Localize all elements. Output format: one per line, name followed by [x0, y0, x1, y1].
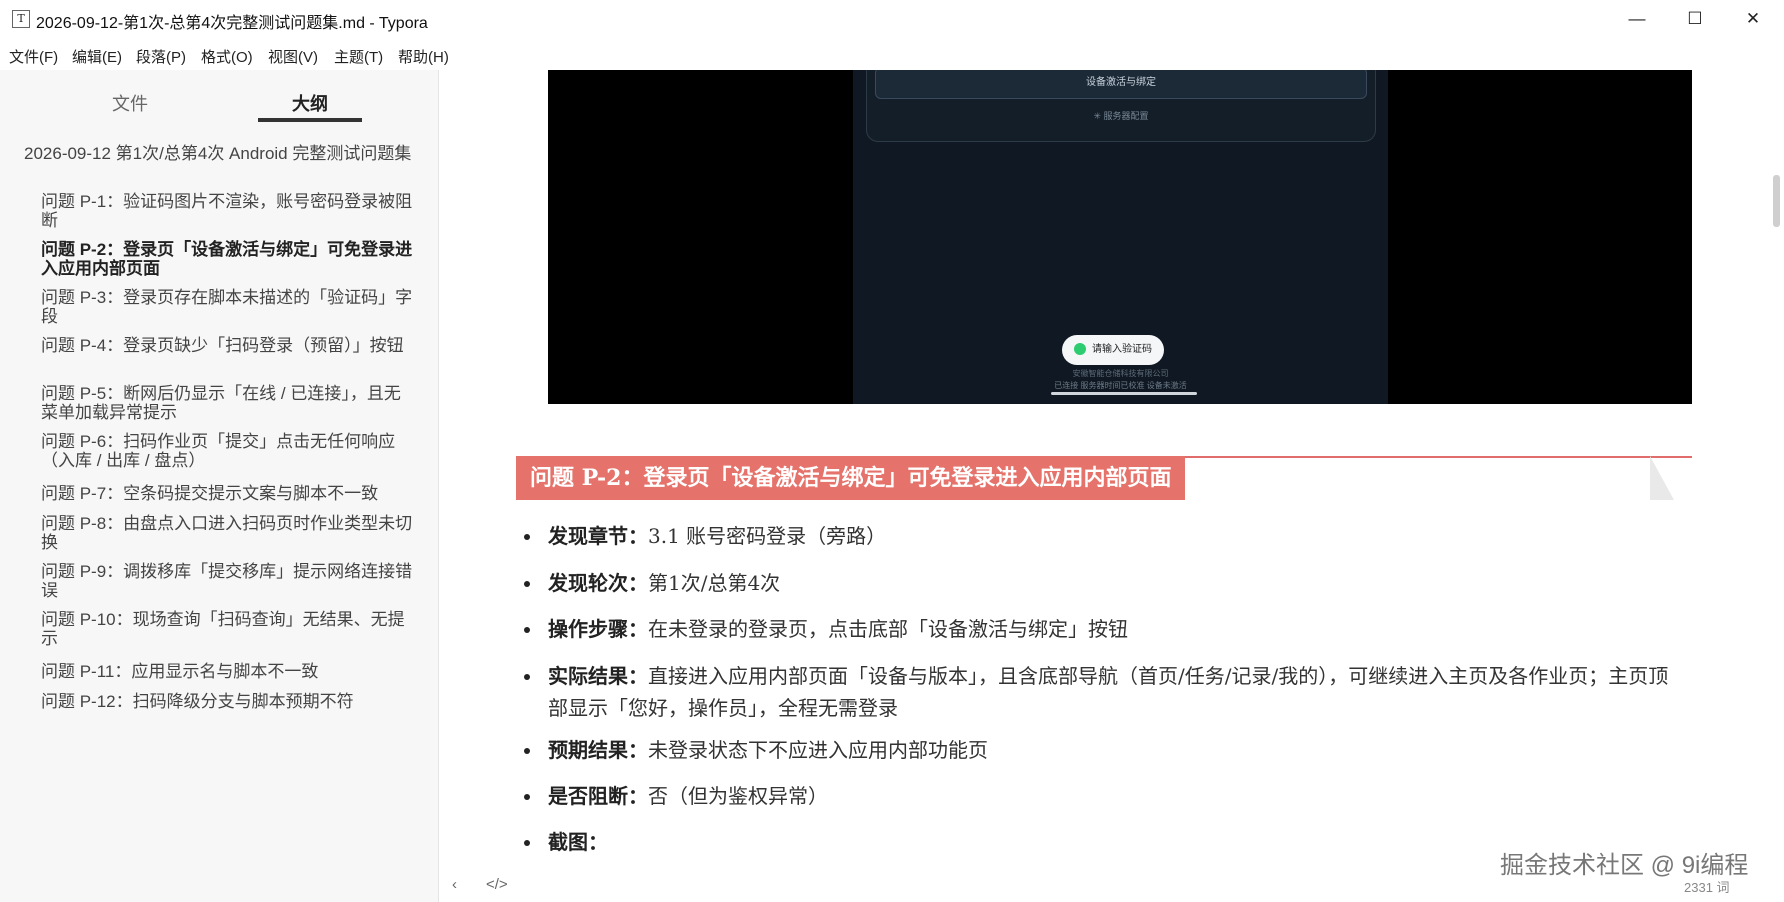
- bullet-icon: [524, 840, 530, 846]
- editor-area[interactable]: 设备激活与绑定 ✳ 服务器配置 请输入验证码 安徽智能仓储科技有限公司 已连接 …: [440, 70, 1765, 902]
- heading-decoration: [1650, 456, 1674, 500]
- list-item[interactable]: 发现章节：3.1 账号密码登录（旁路）: [524, 520, 1676, 552]
- tab-files[interactable]: 文件: [112, 90, 148, 116]
- bullet-icon: [524, 534, 530, 540]
- source-code-icon[interactable]: </>: [486, 876, 508, 893]
- window-title: 2026-09-12-第1次-总第4次完整测试问题集.md - Typora: [36, 15, 428, 32]
- bullet-icon: [524, 581, 530, 587]
- embedded-screenshot-image[interactable]: 设备激活与绑定 ✳ 服务器配置 请输入验证码 安徽智能仓储科技有限公司 已连接 …: [548, 70, 1692, 404]
- active-tab-indicator: [258, 118, 362, 122]
- typora-app-icon: T: [12, 10, 30, 28]
- item-value: 第1次/总第4次: [648, 571, 781, 595]
- item-value: 在未登录的登录页，点击底部「设备激活与绑定」按钮: [648, 617, 1128, 641]
- maximize-button[interactable]: ☐: [1672, 4, 1718, 34]
- list-item[interactable]: 发现轮次：第1次/总第4次: [524, 567, 1676, 599]
- minimize-button[interactable]: —: [1614, 4, 1660, 34]
- item-label: 实际结果：: [548, 664, 648, 688]
- home-indicator: [1051, 392, 1197, 395]
- outline-item[interactable]: 问题 P-5：断网后仍显示「在线 / 已连接」，且无菜单加载异常提示: [41, 384, 413, 422]
- word-count[interactable]: 2331 词: [1684, 877, 1730, 896]
- outline-item[interactable]: 问题 P-3：登录页存在脚本未描述的「验证码」字段: [41, 288, 413, 326]
- bullet-icon: [524, 794, 530, 800]
- menu-view[interactable]: 视图(V): [268, 46, 318, 67]
- sidebar: 文件 大纲 2026-09-12 第1次/总第4次 Android 完整测试问题…: [0, 70, 439, 902]
- outline-item[interactable]: 问题 P-7：空条码提交提示文案与脚本不一致: [41, 484, 413, 503]
- outline-item[interactable]: 问题 P-12：扫码降级分支与脚本预期不符: [41, 692, 413, 711]
- menu-paragraph[interactable]: 段落(P): [136, 46, 186, 67]
- list-item[interactable]: 操作步骤：在未登录的登录页，点击底部「设备激活与绑定」按钮: [524, 613, 1676, 645]
- activate-bind-button: 设备激活与绑定: [875, 70, 1367, 99]
- bullet-icon: [524, 748, 530, 754]
- item-value: 直接进入应用内部页面「设备与版本」，且含底部导航（首页/任务/记录/我的），可继…: [548, 664, 1669, 720]
- outline-item[interactable]: 2026-09-12 第1次/总第4次 Android 完整测试问题集: [24, 144, 414, 163]
- phone-screen: 设备激活与绑定 ✳ 服务器配置 请输入验证码 安徽智能仓储科技有限公司 已连接 …: [853, 70, 1388, 404]
- menu-theme[interactable]: 主题(T): [334, 46, 383, 67]
- section-heading[interactable]: 问题 P-2：登录页「设备激活与绑定」可免登录进入应用内部页面: [516, 456, 1186, 500]
- editor-scrollbar-thumb[interactable]: [1773, 175, 1780, 227]
- outline-item[interactable]: 问题 P-1：验证码图片不渲染，账号密码登录被阻断: [41, 192, 413, 230]
- watermark: 掘金技术社区 @ 9i编程: [1500, 852, 1749, 879]
- menu-format[interactable]: 格式(O): [201, 46, 253, 67]
- outline-item[interactable]: 问题 P-6：扫码作业页「提交」点击无任何响应（入库 / 出库 / 盘点）: [41, 432, 413, 470]
- outline-item-active[interactable]: 问题 P-2：登录页「设备激活与绑定」可免登录进入应用内部页面: [41, 240, 413, 278]
- item-value: 否（但为鉴权异常）: [648, 784, 828, 808]
- item-label: 是否阻断：: [548, 784, 648, 808]
- company-footer: 安徽智能仓储科技有限公司: [1072, 369, 1169, 378]
- outline-item[interactable]: 问题 P-10：现场查询「扫码查询」无结果、无提示: [41, 610, 413, 648]
- bullet-icon: [524, 674, 530, 680]
- outline-item[interactable]: 问题 P-4：登录页缺少「扫码登录（预留）」按钮: [41, 336, 413, 355]
- toast-text: 请输入验证码: [1092, 344, 1152, 355]
- menu-bar: 文件(F) 编辑(E) 段落(P) 格式(O) 视图(V) 主题(T) 帮助(H…: [0, 40, 1784, 68]
- server-config-link: ✳ 服务器配置: [1093, 111, 1149, 121]
- close-button[interactable]: ✕: [1730, 4, 1776, 34]
- item-label: 操作步骤：: [548, 617, 648, 641]
- list-item[interactable]: 实际结果：直接进入应用内部页面「设备与版本」，且含底部导航（首页/任务/记录/我…: [524, 660, 1676, 724]
- outline-item[interactable]: 问题 P-9：调拨移库「提交移库」提示网络连接错误: [41, 562, 413, 600]
- item-value: 未登录状态下不应进入应用内部功能页: [648, 738, 988, 762]
- item-label: 发现轮次：: [548, 571, 648, 595]
- code-toast: 请输入验证码: [1062, 335, 1164, 365]
- bullet-icon: [524, 627, 530, 633]
- back-arrow-icon[interactable]: ‹: [452, 876, 457, 893]
- toast-icon: [1074, 343, 1086, 356]
- menu-edit[interactable]: 编辑(E): [72, 46, 122, 67]
- item-label: 截图：: [548, 830, 608, 854]
- status-footer: 已连接 服务器时间已校准 设备未激活: [1054, 381, 1187, 390]
- item-label: 发现章节：: [548, 524, 648, 548]
- outline-item[interactable]: 问题 P-11：应用显示名与脚本不一致: [41, 662, 413, 681]
- menu-file[interactable]: 文件(F): [9, 46, 58, 67]
- list-item[interactable]: 是否阻断：否（但为鉴权异常）: [524, 780, 1676, 812]
- tab-outline[interactable]: 大纲: [292, 90, 328, 116]
- list-item[interactable]: 预期结果：未登录状态下不应进入应用内部功能页: [524, 734, 1676, 766]
- item-label: 预期结果：: [548, 738, 648, 762]
- menu-help[interactable]: 帮助(H): [398, 46, 449, 67]
- outline-item[interactable]: 问题 P-8：由盘点入口进入扫码页时作业类型未切换: [41, 514, 413, 552]
- item-value: 3.1 账号密码登录（旁路）: [648, 524, 887, 548]
- title-bar: T 2026-09-12-第1次-总第4次完整测试问题集.md - Typora…: [0, 0, 1784, 38]
- login-card: 设备激活与绑定 ✳ 服务器配置: [866, 70, 1376, 142]
